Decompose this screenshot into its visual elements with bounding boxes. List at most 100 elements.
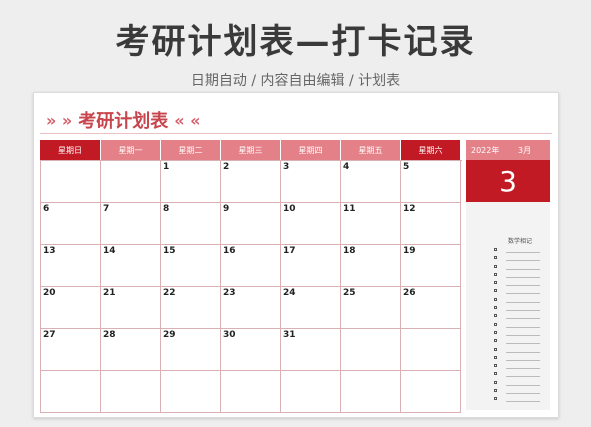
checkbox-icon[interactable] bbox=[494, 297, 497, 301]
day-cell[interactable]: 26 bbox=[401, 287, 461, 329]
checkbox-icon[interactable] bbox=[494, 355, 497, 359]
note-item[interactable] bbox=[488, 362, 548, 370]
checkbox-icon[interactable] bbox=[494, 314, 497, 318]
note-item[interactable] bbox=[488, 395, 548, 403]
right-chevrons-icon: « « bbox=[174, 110, 201, 130]
note-item[interactable] bbox=[488, 263, 548, 271]
day-cell[interactable]: 18 bbox=[341, 245, 401, 287]
day-cell[interactable]: 7 bbox=[101, 203, 161, 245]
day-cell[interactable] bbox=[401, 329, 461, 371]
note-item[interactable] bbox=[488, 304, 548, 312]
day-cell[interactable] bbox=[341, 371, 401, 413]
day-cell[interactable] bbox=[221, 371, 281, 413]
day-cell[interactable]: 2 bbox=[221, 161, 281, 203]
day-cell[interactable]: 16 bbox=[221, 245, 281, 287]
checkbox-icon[interactable] bbox=[494, 264, 497, 268]
note-item[interactable] bbox=[488, 279, 548, 287]
checkbox-icon[interactable] bbox=[494, 272, 497, 276]
checkbox-icon[interactable] bbox=[494, 330, 497, 334]
day-cell[interactable]: 22 bbox=[161, 287, 221, 329]
note-item[interactable] bbox=[488, 329, 548, 337]
note-item[interactable] bbox=[488, 312, 548, 320]
checkbox-icon[interactable] bbox=[494, 380, 497, 384]
note-item[interactable] bbox=[488, 346, 548, 354]
day-cell[interactable] bbox=[41, 371, 101, 413]
note-item[interactable] bbox=[488, 254, 548, 262]
weekday-header-row: 星期日 星期一 星期二 星期三 星期四 星期五 星期六 bbox=[40, 140, 462, 160]
day-cell[interactable]: 29 bbox=[161, 329, 221, 371]
day-cell[interactable]: 9 bbox=[221, 203, 281, 245]
day-cell[interactable]: 6 bbox=[41, 203, 101, 245]
note-line bbox=[506, 268, 540, 270]
note-line bbox=[506, 368, 540, 370]
day-cell[interactable] bbox=[101, 371, 161, 413]
checkbox-icon[interactable] bbox=[494, 397, 497, 401]
day-cell[interactable]: 1 bbox=[161, 161, 221, 203]
checkbox-icon[interactable] bbox=[494, 364, 497, 368]
note-item[interactable] bbox=[488, 337, 548, 345]
note-line bbox=[506, 359, 540, 361]
note-item[interactable] bbox=[488, 271, 548, 279]
note-item[interactable] bbox=[488, 296, 548, 304]
checkbox-icon[interactable] bbox=[494, 347, 497, 351]
day-cell[interactable]: 17 bbox=[281, 245, 341, 287]
day-cell[interactable]: 5 bbox=[401, 161, 461, 203]
note-line bbox=[506, 334, 540, 336]
day-cell[interactable]: 23 bbox=[221, 287, 281, 329]
month-calendar: 星期日 星期一 星期二 星期三 星期四 星期五 星期六 1 2 3 4 5 6 7 8 9 10 1… bbox=[40, 140, 462, 413]
day-cell[interactable]: 10 bbox=[281, 203, 341, 245]
day-cell[interactable]: 28 bbox=[101, 329, 161, 371]
day-cell[interactable]: 12 bbox=[401, 203, 461, 245]
note-item[interactable] bbox=[488, 379, 548, 387]
note-line bbox=[506, 310, 540, 312]
day-cell[interactable]: 27 bbox=[41, 329, 101, 371]
checkbox-icon[interactable] bbox=[494, 389, 497, 393]
checkbox-icon[interactable] bbox=[494, 322, 497, 326]
day-cell[interactable]: 25 bbox=[341, 287, 401, 329]
note-item[interactable] bbox=[488, 370, 548, 378]
day-cell[interactable] bbox=[41, 161, 101, 203]
note-line bbox=[506, 252, 540, 253]
header-divider bbox=[40, 133, 552, 134]
day-cell[interactable]: 24 bbox=[281, 287, 341, 329]
day-grid: 1 2 3 4 5 6 7 8 9 10 11 12 13 14 15 16 17 18 19 20 21 22 23 24 2… bbox=[40, 160, 462, 413]
day-cell[interactable]: 30 bbox=[221, 329, 281, 371]
checkbox-icon[interactable] bbox=[494, 289, 497, 293]
day-cell[interactable]: 13 bbox=[41, 245, 101, 287]
checkbox-icon[interactable] bbox=[494, 281, 497, 285]
day-cell[interactable]: 21 bbox=[101, 287, 161, 329]
checkbox-icon[interactable] bbox=[494, 372, 497, 376]
checkbox-icon[interactable] bbox=[494, 339, 497, 343]
weekday-thursday: 星期四 bbox=[280, 140, 340, 160]
day-cell[interactable] bbox=[161, 371, 221, 413]
note-line bbox=[506, 351, 540, 353]
day-cell[interactable]: 19 bbox=[401, 245, 461, 287]
left-chevrons-icon: » » bbox=[46, 110, 73, 130]
current-day: 3 bbox=[466, 160, 550, 202]
side-month-header: 2022年 3月 bbox=[466, 140, 550, 160]
page-subtitle: 日期自动 / 内容自由编辑 / 计划表 bbox=[190, 73, 401, 89]
day-cell[interactable]: 20 bbox=[41, 287, 101, 329]
notes-title: 数学相记 bbox=[508, 238, 533, 245]
sheet-header: » » 考研计划表 « « bbox=[46, 107, 201, 133]
day-cell[interactable]: 14 bbox=[101, 245, 161, 287]
day-cell[interactable]: 15 bbox=[161, 245, 221, 287]
note-item[interactable] bbox=[488, 287, 548, 295]
note-item[interactable] bbox=[488, 387, 548, 395]
day-cell[interactable]: 3 bbox=[281, 161, 341, 203]
note-item[interactable] bbox=[488, 321, 548, 329]
note-item[interactable] bbox=[488, 246, 548, 254]
day-cell[interactable] bbox=[281, 371, 341, 413]
day-cell[interactable] bbox=[401, 371, 461, 413]
day-cell[interactable] bbox=[341, 329, 401, 371]
checkbox-icon[interactable] bbox=[494, 248, 497, 251]
checkbox-icon[interactable] bbox=[494, 256, 497, 260]
checkbox-icon[interactable] bbox=[494, 306, 497, 310]
note-item[interactable] bbox=[488, 354, 548, 362]
note-line bbox=[506, 318, 540, 320]
day-cell[interactable]: 11 bbox=[341, 203, 401, 245]
day-cell[interactable] bbox=[101, 161, 161, 203]
day-cell[interactable]: 31 bbox=[281, 329, 341, 371]
day-cell[interactable]: 8 bbox=[161, 203, 221, 245]
day-cell[interactable]: 4 bbox=[341, 161, 401, 203]
